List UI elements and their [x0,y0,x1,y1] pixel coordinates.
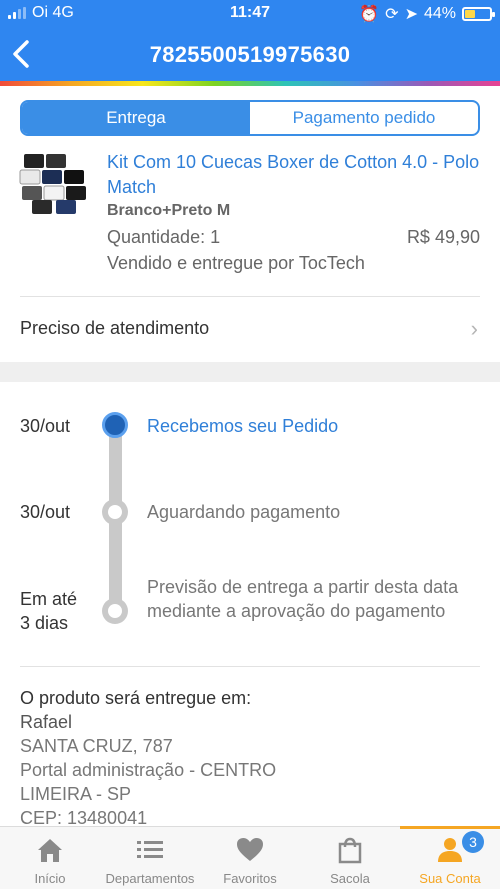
timeline-date: 30/out [20,416,71,436]
nav-inicio[interactable]: Início [0,827,100,889]
list-icon [137,841,163,858]
tab-entrega[interactable]: Entrega [22,102,250,134]
product-seller: Vendido e entregue por TocTech [107,253,365,273]
nav-departamentos[interactable]: Departamentos [100,827,200,889]
nav-favoritos[interactable]: Favoritos [200,827,300,889]
product-variant: Branco+Preto M [107,202,231,219]
timeline-date: 30/out [20,502,71,522]
help-row[interactable]: Preciso de atendimento › [0,298,500,362]
nav-sua-conta[interactable]: 3 Sua Conta [400,826,500,889]
bag-icon [338,837,362,864]
timeline-status: Aguardando pagamento [147,502,341,522]
product-quantity: Quantidade: 1 [107,227,221,247]
address-complement: Portal administração - CENTRO [20,760,277,780]
divider [20,666,480,667]
alarm-icon: ⏰ [359,6,380,23]
address-name: Rafael [20,712,73,732]
nav-sacola[interactable]: Sacola [300,827,400,889]
address-street: SANTA CRUZ, 787 [20,736,173,756]
rainbow-divider [0,81,500,86]
bottom-nav: Início Departamentos Favoritos Sacola 3 … [0,826,500,889]
tab-switcher: Entrega Pagamento pedido [20,100,480,136]
timeline-dot [102,499,128,525]
rotation-lock-icon: ⟳ [385,6,399,23]
timeline-status: Previsão de entrega a partir desta data … [147,577,459,621]
tab-pagamento-pedido[interactable]: Pagamento pedido [250,102,478,134]
section-gap [0,362,500,382]
timeline-dot-active [102,412,128,438]
timeline-dot [102,598,128,624]
product-thumbnail[interactable] [18,152,88,216]
product-title-link[interactable]: Kit Com 10 Cuecas Boxer de Cotton 4.0 - … [107,150,485,200]
status-bar: Oi 4G 11:47 ⏰ ⟳ ➤ 44% [0,0,500,28]
address-heading: O produto será entregue em: [20,688,252,708]
battery-icon [462,7,495,21]
home-icon [38,839,62,862]
chevron-right-icon: › [470,316,478,341]
divider [20,296,480,297]
heart-icon [237,838,263,861]
location-icon: ➤ [404,6,418,23]
help-label: Preciso de atendimento [20,318,210,338]
address-city: LIMEIRA - SP [20,784,132,804]
timeline-status: Recebemos seu Pedido [147,416,339,436]
timeline-date: Em até 3 dias [20,589,78,633]
battery-percent: 44% [423,5,456,22]
nav-bar: 7825500519975630 [0,30,500,82]
order-id-title: 7825500519975630 [149,42,351,67]
product-price: R$ 49,90 [406,227,480,247]
app-header: Oi 4G 11:47 ⏰ ⟳ ➤ 44% 7825500519975630 [0,0,500,86]
notification-badge: 3 [462,831,484,853]
user-icon [438,838,462,862]
